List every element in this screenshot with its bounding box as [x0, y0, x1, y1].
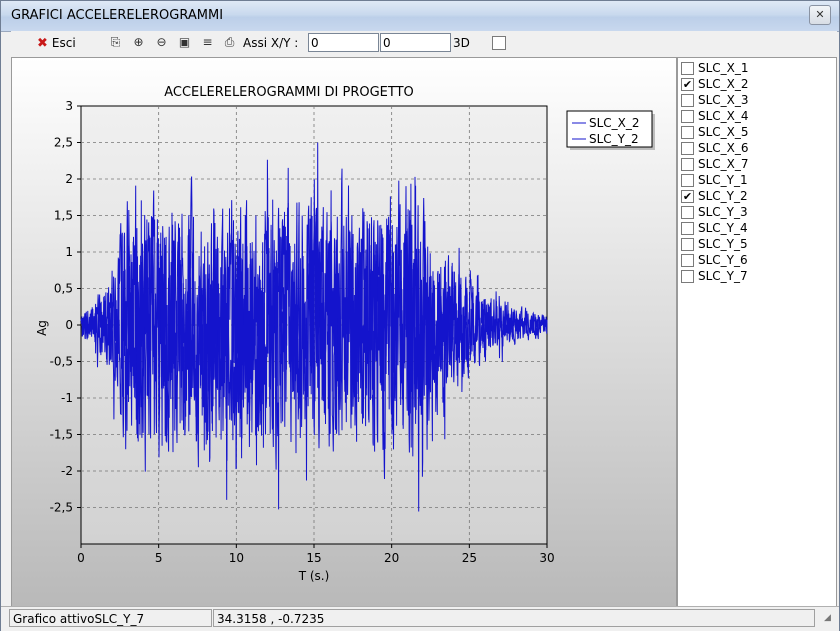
series-checkbox[interactable]: [681, 142, 694, 155]
y-tick-label: 3: [65, 99, 73, 113]
x-tick-label: 20: [384, 551, 399, 565]
zoom-out-icon[interactable]: ⊖: [154, 35, 169, 50]
series-checkbox-label: SLC_X_2: [698, 77, 749, 91]
close-button[interactable]: ✕: [809, 5, 831, 25]
x-tick-label: 0: [77, 551, 85, 565]
series-checkbox-label: SLC_X_7: [698, 157, 749, 171]
series-checkbox-label: SLC_Y_3: [698, 205, 748, 219]
x-axis-input[interactable]: [308, 33, 379, 52]
axes-label: Assi X/Y :: [243, 36, 299, 50]
legend-entry-slc-y-2: SLC_Y_2: [589, 132, 639, 146]
print-icon[interactable]: ⎙: [222, 35, 237, 50]
export-icon[interactable]: ≡: [200, 35, 215, 50]
series-checkbox-label: SLC_X_6: [698, 141, 749, 155]
y-tick-label: -2: [61, 464, 73, 478]
exit-label: Esci: [51, 36, 76, 50]
series-selector-panel: SLC_X_1 ✔ SLC_X_2 SLC_X_3 SLC_X_4 SLC_X_5 SLC_…: [677, 57, 837, 607]
status-coordinates: 34.3158 , -0.7235: [213, 609, 815, 627]
x-axis-label: T (s.): [298, 569, 330, 583]
series-checkbox-label: SLC_Y_7: [698, 269, 748, 283]
y-axis-input[interactable]: [380, 33, 451, 52]
x-tick-label: 10: [229, 551, 244, 565]
x-tick-label: 5: [155, 551, 163, 565]
y-tick-label: -1,5: [50, 428, 73, 442]
y-tick-label: 0: [65, 318, 73, 332]
checkbox-3d[interactable]: [492, 36, 506, 50]
y-tick-label: 2: [65, 172, 73, 186]
chart-title: ACCELERELEROGRAMMI DI PROGETTO: [164, 85, 414, 100]
series-checkbox-label: SLC_X_3: [698, 93, 749, 107]
x-tick-label: 30: [539, 551, 554, 565]
y-tick-label: 0,5: [54, 282, 73, 296]
title-bar[interactable]: GRAFICI ACCELERELEROGRAMMI ✕: [1, 1, 839, 32]
series-checkbox-label: SLC_Y_6: [698, 253, 748, 267]
legend-entry-slc-x-2: SLC_X_2: [589, 116, 640, 130]
series-checkbox-label: SLC_Y_1: [698, 173, 748, 187]
exit-button[interactable]: ✖ Esci: [37, 31, 76, 55]
series-checkbox[interactable]: [681, 206, 694, 219]
series-checkbox-label: SLC_Y_4: [698, 221, 748, 235]
status-active-chart: Grafico attivoSLC_Y_7: [9, 609, 212, 627]
chart-window: GRAFICI ACCELERELEROGRAMMI ✕ ✖ Esci ⎘ ⊕ ⊖…: [0, 0, 840, 631]
series-checkbox[interactable]: ✔: [681, 78, 694, 91]
save-icon[interactable]: ▣: [177, 35, 192, 50]
series-checkbox[interactable]: [681, 94, 694, 107]
series-checkbox[interactable]: [681, 158, 694, 171]
y-tick-label: 1,5: [54, 209, 73, 223]
series-checkbox-label: SLC_X_4: [698, 109, 749, 123]
series-checkbox-label: SLC_Y_2: [698, 189, 748, 203]
series-checkbox[interactable]: [681, 174, 694, 187]
zoom-in-icon[interactable]: ⊕: [131, 35, 146, 50]
series-checkbox[interactable]: [681, 62, 694, 75]
y-tick-label: 1: [65, 245, 73, 259]
exit-icon: ✖: [37, 36, 48, 51]
series-checkbox[interactable]: [681, 254, 694, 267]
close-icon: ✕: [815, 8, 825, 21]
series-checkbox-label: SLC_X_1: [698, 61, 749, 75]
series-checkbox-label: SLC_Y_5: [698, 237, 748, 251]
series-checkbox[interactable]: [681, 270, 694, 283]
copy-icon[interactable]: ⎘: [108, 35, 123, 50]
y-tick-label: -2,5: [50, 501, 73, 515]
series-checkbox-label: SLC_X_5: [698, 125, 749, 139]
accelerogram-chart: ACCELERELEROGRAMMI DI PROGETTO 0 5 10 15 20 2…: [12, 58, 676, 606]
resize-grip-icon[interactable]: ◢: [824, 613, 836, 625]
window-title: GRAFICI ACCELERELEROGRAMMI: [11, 8, 224, 23]
x-tick-label: 15: [306, 551, 321, 565]
series-checkbox[interactable]: [681, 110, 694, 123]
y-tick-label: 2,5: [54, 136, 73, 150]
y-axis-label: Ag: [35, 320, 49, 336]
series-checkbox[interactable]: ✔: [681, 190, 694, 203]
legend: SLC_X_2 SLC_Y_2: [566, 110, 655, 150]
series-checkbox[interactable]: [681, 222, 694, 235]
series-checkbox[interactable]: [681, 126, 694, 139]
y-tick-label: -0,5: [50, 355, 73, 369]
series-checkbox[interactable]: [681, 238, 694, 251]
label-3d: 3D: [453, 36, 470, 50]
x-tick-label: 25: [462, 551, 477, 565]
chart-panel: ACCELERELEROGRAMMI DI PROGETTO 0 5 10 15 20 2…: [11, 57, 677, 607]
status-bar: Grafico attivoSLC_Y_7 34.3158 , -0.7235 …: [1, 606, 839, 631]
y-tick-label: -1: [61, 391, 73, 405]
toolbar: ✖Esci ⎘ ⊕ ⊖ ▣ ≡ ⎙ Assi X/Y : 3D: [11, 31, 837, 55]
